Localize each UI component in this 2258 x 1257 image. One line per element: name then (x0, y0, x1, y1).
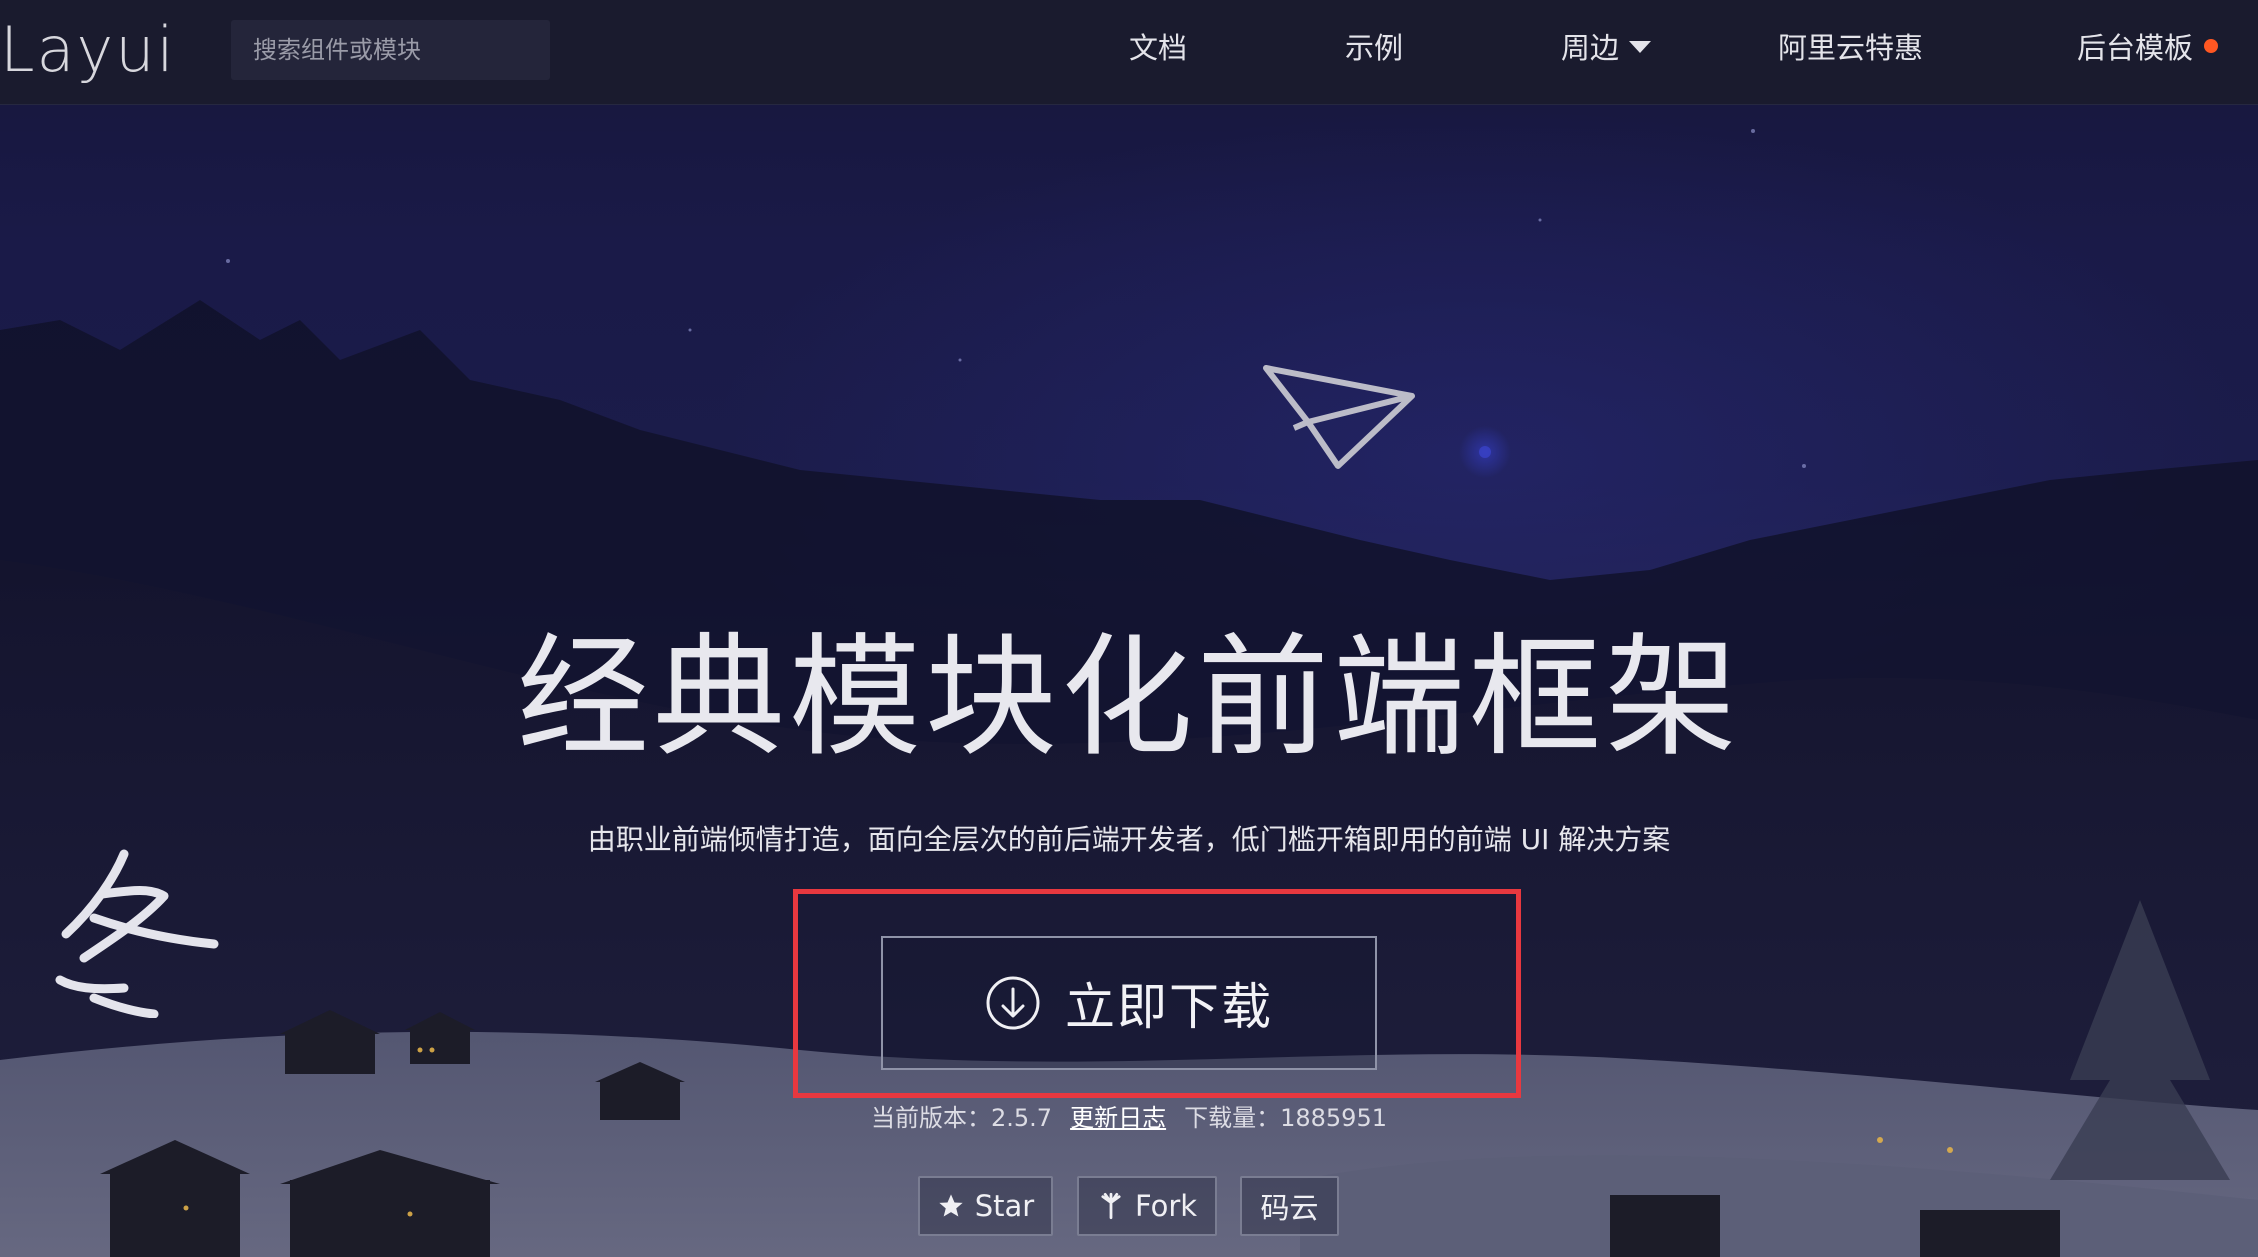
hero-subtitle: 由职业前端倾情打造，面向全层次的前后端开发者，低门槛开箱即用的前端 UI 解决方… (587, 823, 1671, 856)
logo[interactable]: Layui (0, 10, 176, 90)
nav-item-label: 阿里云特惠 (1778, 31, 1924, 65)
nav-item-label: 文档 (1129, 31, 1188, 65)
github-star-button[interactable]: Star (918, 1176, 1053, 1236)
nav-item-label: 后台模板 (2077, 31, 2194, 65)
top-navbar: Layui 文档 示例 周边 阿里云特惠 后台模板 (0, 0, 2258, 105)
paper-plane-icon (1263, 365, 1415, 469)
nav-item-label: 周边 (1561, 31, 1620, 65)
search-input[interactable] (231, 20, 550, 80)
nav-item-admin-template[interactable]: 后台模板 (2077, 0, 2193, 96)
nav-item-docs[interactable]: 文档 (1129, 0, 1187, 96)
download-circle-icon (986, 976, 1040, 1030)
hero-title: 经典模块化前端框架 (517, 621, 1741, 775)
fork-icon (1101, 1192, 1121, 1220)
nav-item-ecosystem[interactable]: 周边 (1561, 0, 1652, 96)
nav-item-label: 示例 (1345, 31, 1404, 65)
changelog-link[interactable]: 更新日志 (1070, 1104, 1166, 1132)
notification-dot (2204, 39, 2218, 53)
star-button-label: Star (974, 1189, 1035, 1223)
gitee-button[interactable]: 码云 (1240, 1176, 1339, 1236)
download-count: 下载量：1885951 (1184, 1104, 1387, 1132)
github-fork-button[interactable]: Fork (1077, 1176, 1217, 1236)
caret-down-icon (1629, 41, 1652, 53)
winter-glyph-icon (55, 849, 219, 1018)
current-version: 当前版本：2.5.7 (871, 1104, 1053, 1132)
download-button[interactable]: 立即下载 (881, 936, 1377, 1070)
nav-item-examples[interactable]: 示例 (1345, 0, 1403, 96)
gitee-button-label: 码云 (1260, 1191, 1319, 1225)
download-button-label: 立即下载 (1065, 978, 1273, 1036)
nav-item-aliyun[interactable]: 阿里云特惠 (1778, 0, 1923, 96)
fork-button-label: Fork (1134, 1189, 1198, 1223)
star-icon (939, 1194, 963, 1217)
version-info: 当前版本：2.5.7 更新日志 下载量：1885951 (0, 1098, 2258, 1138)
